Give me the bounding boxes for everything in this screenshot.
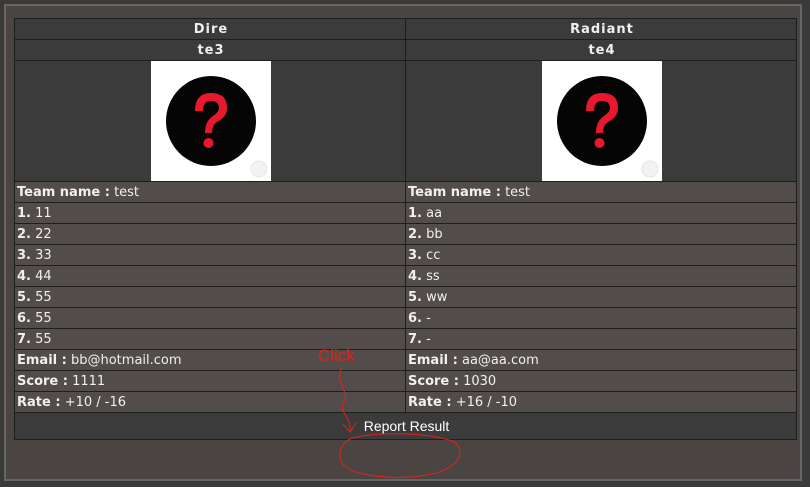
player-number: 5. bbox=[408, 289, 422, 305]
player-name: bb bbox=[426, 226, 443, 242]
dire-player-row: 6. 55 bbox=[14, 307, 406, 329]
score-value: 1111 bbox=[72, 373, 106, 389]
player-name: - bbox=[426, 310, 431, 326]
player-number: 3. bbox=[408, 247, 422, 263]
player-number: 2. bbox=[408, 226, 422, 242]
action-row: Report Result bbox=[14, 412, 797, 440]
dire-score-row: Score : 1111 bbox=[14, 370, 406, 392]
score-label: Score : bbox=[408, 373, 459, 389]
question-mark-icon bbox=[557, 76, 659, 178]
question-mark-icon bbox=[166, 76, 268, 178]
radiant-team-name-row: Team name : test bbox=[405, 181, 797, 203]
dire-player-row: 1. 11 bbox=[14, 202, 406, 224]
dire-rate-row: Rate : +10 / -16 bbox=[14, 391, 406, 413]
radiant-player-row: 2. bb bbox=[405, 223, 797, 245]
player-name: 55 bbox=[35, 331, 52, 347]
score-value: 1030 bbox=[463, 373, 497, 389]
team-name-value: test bbox=[114, 184, 140, 200]
dire-player-row: 5. 55 bbox=[14, 286, 406, 308]
dire-team-name-row: Team name : test bbox=[14, 181, 406, 203]
radiant-email-row: Email : aa@aa.com bbox=[405, 349, 797, 371]
email-value: bb@hotmail.com bbox=[70, 352, 182, 368]
radiant-side-title: Radiant bbox=[405, 18, 797, 40]
radiant-team-logo bbox=[542, 61, 662, 181]
radiant-player-row: 4. ss bbox=[405, 265, 797, 287]
player-number: 7. bbox=[408, 331, 422, 347]
dire-player-row: 3. 33 bbox=[14, 244, 406, 266]
score-label: Score : bbox=[17, 373, 68, 389]
radiant-logo-cell bbox=[405, 60, 797, 182]
player-name: 55 bbox=[35, 289, 52, 305]
radiant-player-row: 3. cc bbox=[405, 244, 797, 266]
dire-player-row: 2. 22 bbox=[14, 223, 406, 245]
radiant-player-row: 7. - bbox=[405, 328, 797, 350]
team-name-label: Team name : bbox=[408, 184, 501, 200]
click-annotation: Click bbox=[318, 346, 355, 365]
rate-value: +16 / -10 bbox=[455, 394, 517, 410]
radiant-player-row: 6. - bbox=[405, 307, 797, 329]
rate-value: +10 / -16 bbox=[64, 394, 126, 410]
player-name: ww bbox=[426, 289, 448, 305]
radiant-score-row: Score : 1030 bbox=[405, 370, 797, 392]
player-number: 1. bbox=[408, 205, 422, 221]
player-name: 55 bbox=[35, 310, 52, 326]
player-number: 6. bbox=[17, 310, 31, 326]
email-value: aa@aa.com bbox=[461, 352, 539, 368]
dire-team-tag: te3 bbox=[14, 39, 406, 61]
player-number: 1. bbox=[17, 205, 31, 221]
player-name: cc bbox=[426, 247, 441, 263]
dire-side-title: Dire bbox=[14, 18, 406, 40]
player-name: 22 bbox=[35, 226, 52, 242]
radiant-team-tag: te4 bbox=[405, 39, 797, 61]
radiant-player-row: 5. ww bbox=[405, 286, 797, 308]
rate-label: Rate : bbox=[17, 394, 61, 410]
dire-logo-cell bbox=[14, 60, 406, 182]
team-name-label: Team name : bbox=[17, 184, 110, 200]
player-name: aa bbox=[426, 205, 443, 221]
match-table: Dire Radiant te3 te4 Team name: test Te… bbox=[14, 18, 797, 440]
player-name: 11 bbox=[35, 205, 52, 221]
player-number: 4. bbox=[17, 268, 31, 284]
radiant-player-row: 1. aa bbox=[405, 202, 797, 224]
player-number: 4. bbox=[408, 268, 422, 284]
team-name-value: test bbox=[505, 184, 531, 200]
radiant-rate-row: Rate : +16 / -10 bbox=[405, 391, 797, 413]
player-number: 6. bbox=[408, 310, 422, 326]
player-number: 3. bbox=[17, 247, 31, 263]
player-name: - bbox=[426, 331, 431, 347]
player-name: ss bbox=[426, 268, 440, 284]
email-label: Email : bbox=[408, 352, 458, 368]
rate-label: Rate : bbox=[408, 394, 452, 410]
player-number: 7. bbox=[17, 331, 31, 347]
email-label: Email : bbox=[17, 352, 67, 368]
dire-team-logo bbox=[151, 61, 271, 181]
player-name: 44 bbox=[35, 268, 52, 284]
player-number: 2. bbox=[17, 226, 31, 242]
report-result-button[interactable]: Report Result bbox=[364, 414, 450, 439]
dire-player-row: 4. 44 bbox=[14, 265, 406, 287]
player-name: 33 bbox=[35, 247, 52, 263]
player-number: 5. bbox=[17, 289, 31, 305]
